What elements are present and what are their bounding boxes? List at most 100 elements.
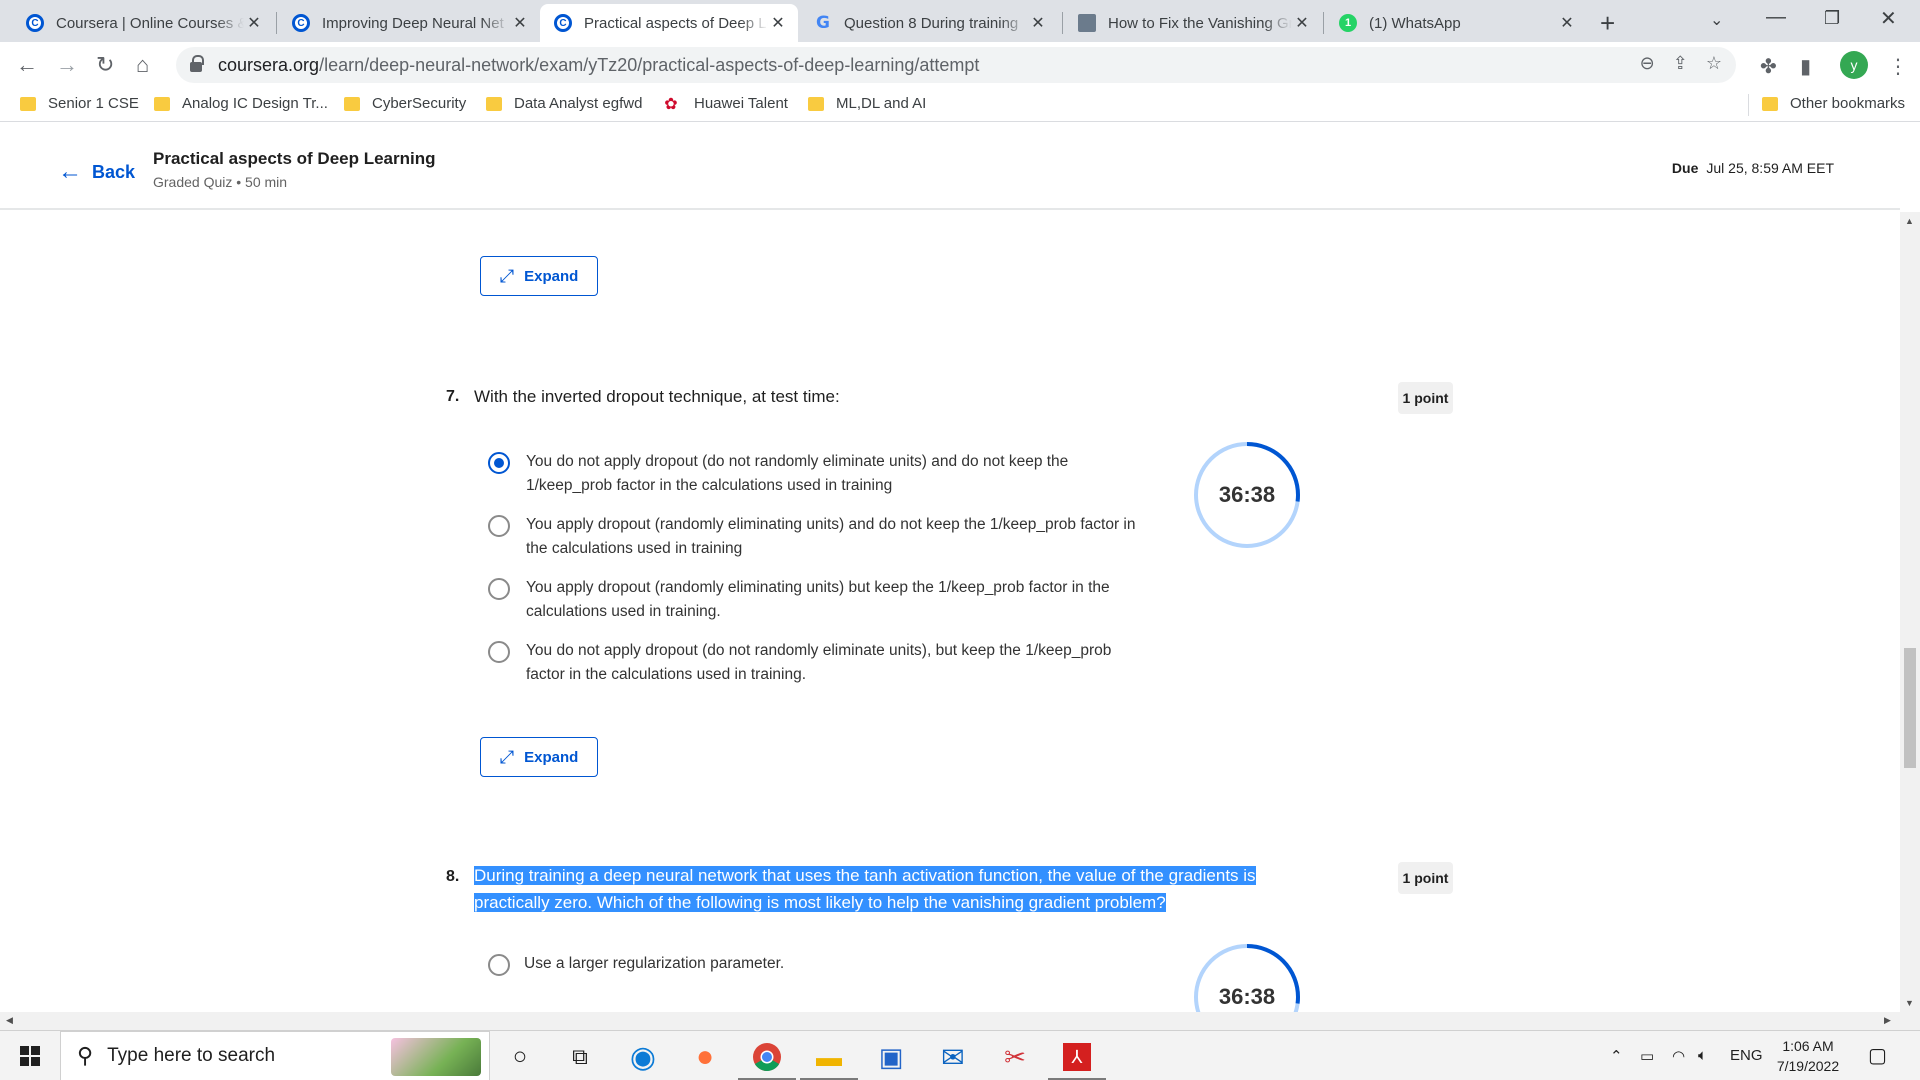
google-icon: G <box>816 13 830 33</box>
close-tab-icon[interactable]: ✕ <box>1557 13 1577 33</box>
option-text: You do not apply dropout (do not randoml… <box>526 639 1166 687</box>
wifi-icon[interactable]: ◠ <box>1672 1047 1685 1065</box>
extensions-puzzle-icon[interactable]: ✤ <box>1760 54 1777 79</box>
taskbar-search[interactable]: ⚲ Type here to search <box>60 1031 490 1080</box>
tray-chevron-icon[interactable]: ⌃ <box>1610 1047 1623 1065</box>
scroll-up-icon[interactable]: ▲ <box>1905 216 1914 226</box>
tab-vanishing-gradient[interactable]: How to Fix the Vanishing Gr ✕ <box>1064 4 1322 42</box>
radio-button-selected[interactable] <box>488 452 510 474</box>
file-explorer-icon[interactable]: ▬ <box>800 1040 858 1080</box>
bookmark-huawei-talent[interactable]: ✿ Huawei Talent <box>660 95 788 113</box>
cortana-icon[interactable]: ○ <box>503 1040 537 1074</box>
browser-toolbar: ← → ↻ ⌂ coursera.org/learn/deep-neural-n… <box>0 42 1920 88</box>
countdown-timer: 36:38 <box>1192 440 1302 550</box>
tab-separator <box>1062 12 1063 34</box>
radio-button[interactable] <box>488 515 510 537</box>
bookmark-analog-ic[interactable]: Analog IC Design Tr... <box>154 95 328 112</box>
bookmark-ml-dl-ai[interactable]: ML,DL and AI <box>808 95 926 112</box>
points-badge: 1 point <box>1398 382 1453 414</box>
language-indicator[interactable]: ENG <box>1730 1047 1763 1064</box>
answer-option[interactable]: You do not apply dropout (do not randoml… <box>488 450 1166 498</box>
chrome-icon[interactable] <box>738 1040 796 1080</box>
back-arrow-icon[interactable]: ← <box>16 52 38 78</box>
back-button[interactable]: ← Back <box>58 158 135 186</box>
vertical-scrollbar[interactable]: ▲ ▼ <box>1900 212 1920 1012</box>
scrollbar-thumb[interactable] <box>1904 648 1916 768</box>
option-text: You do not apply dropout (do not randoml… <box>526 450 1166 498</box>
notifications-icon[interactable]: ▢ <box>1868 1043 1887 1068</box>
profile-avatar[interactable]: y <box>1840 51 1868 79</box>
folder-icon <box>344 96 360 111</box>
tab-question-8-search[interactable]: G Question 8 During training ✕ <box>800 4 1058 42</box>
system-clock[interactable]: 1:06 AM 7/19/2022 <box>1770 1036 1846 1076</box>
bookmark-star-icon[interactable]: ☆ <box>1706 53 1722 74</box>
search-icon: ⚲ <box>77 1043 94 1068</box>
search-highlight-image <box>391 1038 481 1076</box>
home-icon[interactable]: ⌂ <box>136 52 149 78</box>
answer-option[interactable]: You apply dropout (randomly eliminating … <box>488 576 1166 624</box>
tab-practical-aspects[interactable]: C Practical aspects of Deep Le ✕ <box>540 4 798 42</box>
address-bar[interactable]: coursera.org/learn/deep-neural-network/e… <box>176 47 1736 83</box>
option-line: You do not apply dropout (do not randoml… <box>526 642 1112 659</box>
clock-time: 1:06 AM <box>1782 1038 1834 1054</box>
tab-title: Question 8 During training <box>844 14 1019 32</box>
scroll-down-icon[interactable]: ▼ <box>1905 998 1914 1008</box>
acrobat-icon[interactable]: ⅄ <box>1048 1040 1106 1080</box>
expand-button[interactable]: ⤢ Expand <box>480 737 598 777</box>
close-tab-icon[interactable]: ✕ <box>510 13 530 33</box>
forward-arrow-icon[interactable]: → <box>56 52 78 78</box>
horizontal-scrollbar[interactable]: ◀ ▶ <box>0 1012 1920 1030</box>
store-icon[interactable]: ▣ <box>874 1040 908 1074</box>
browser-menu-icon[interactable]: ⋮ <box>1888 54 1908 79</box>
expand-button[interactable]: ⤢ Expand <box>480 256 598 296</box>
task-view-icon[interactable]: ⧉ <box>563 1040 597 1074</box>
omnibox-actions: ⊖ ⇪ ☆ <box>1640 53 1722 74</box>
other-bookmarks[interactable]: Other bookmarks <box>1762 95 1905 112</box>
folder-icon <box>20 96 36 111</box>
mail-icon[interactable]: ✉ <box>936 1040 970 1074</box>
battery-icon[interactable]: ▭ <box>1640 1047 1654 1065</box>
minimize-icon[interactable]: — <box>1766 6 1786 29</box>
expand-arrows-icon: ⤢ <box>499 746 515 767</box>
question-text-highlighted: During training a deep neural network th… <box>474 862 1256 916</box>
firefox-icon[interactable]: ● <box>688 1040 722 1074</box>
windows-taskbar: ⚲ Type here to search ○ ⧉ ◉ ● ▬ ▣ ✉ ✂ ⅄ … <box>0 1030 1920 1080</box>
tab-whatsapp[interactable]: 1 (1) WhatsApp ✕ <box>1325 4 1587 42</box>
new-tab-plus-icon[interactable]: + <box>1600 8 1615 39</box>
tab-improving-deep-nn[interactable]: C Improving Deep Neural Net ✕ <box>278 4 540 42</box>
windows-start-icon[interactable] <box>20 1046 40 1066</box>
side-panel-icon[interactable]: ▮ <box>1800 54 1811 79</box>
close-tab-icon[interactable]: ✕ <box>1292 13 1312 33</box>
restore-icon[interactable]: ❐ <box>1824 8 1840 29</box>
answer-option[interactable]: You apply dropout (randomly eliminating … <box>488 513 1166 561</box>
bookmark-cybersecurity[interactable]: CyberSecurity <box>344 95 466 112</box>
close-tab-icon[interactable]: ✕ <box>1028 13 1048 33</box>
radio-button[interactable] <box>488 954 510 976</box>
quiz-subtitle: Graded Quiz • 50 min <box>153 174 288 190</box>
radio-button[interactable] <box>488 641 510 663</box>
close-window-icon[interactable]: ✕ <box>1880 6 1897 31</box>
answer-option[interactable]: Use a larger regularization parameter. <box>488 952 1164 976</box>
snipping-tool-icon[interactable]: ✂ <box>998 1040 1032 1074</box>
close-tab-icon[interactable]: ✕ <box>244 13 264 33</box>
volume-icon[interactable]: 🔈︎ <box>1698 1047 1707 1064</box>
tab-title: How to Fix the Vanishing Gr <box>1108 14 1292 32</box>
close-tab-icon[interactable]: ✕ <box>768 13 788 33</box>
question-line: practically zero. Which of the following… <box>474 893 1166 912</box>
scroll-right-icon[interactable]: ▶ <box>1884 1015 1891 1026</box>
bookmark-senior-1-cse[interactable]: Senior 1 CSE <box>20 95 139 112</box>
folder-icon <box>154 96 170 111</box>
tab-coursera-home[interactable]: C Coursera | Online Courses & ✕ <box>12 4 274 42</box>
scroll-left-icon[interactable]: ◀ <box>6 1015 13 1026</box>
option-line: 1/keep_prob factor in the calculations u… <box>526 477 893 494</box>
whatsapp-icon: 1 <box>1339 14 1357 32</box>
tab-search-chevron-icon[interactable]: ⌄ <box>1710 10 1723 30</box>
edge-icon[interactable]: ◉ <box>626 1040 660 1074</box>
bookmark-data-analyst[interactable]: Data Analyst egfwd <box>486 95 642 112</box>
huawei-icon: ✿ <box>664 95 678 113</box>
reload-icon[interactable]: ↻ <box>96 52 114 78</box>
answer-option[interactable]: You do not apply dropout (do not randoml… <box>488 639 1166 687</box>
share-icon[interactable]: ⇪ <box>1673 53 1688 74</box>
radio-button[interactable] <box>488 578 510 600</box>
zoom-icon[interactable]: ⊖ <box>1640 53 1655 74</box>
